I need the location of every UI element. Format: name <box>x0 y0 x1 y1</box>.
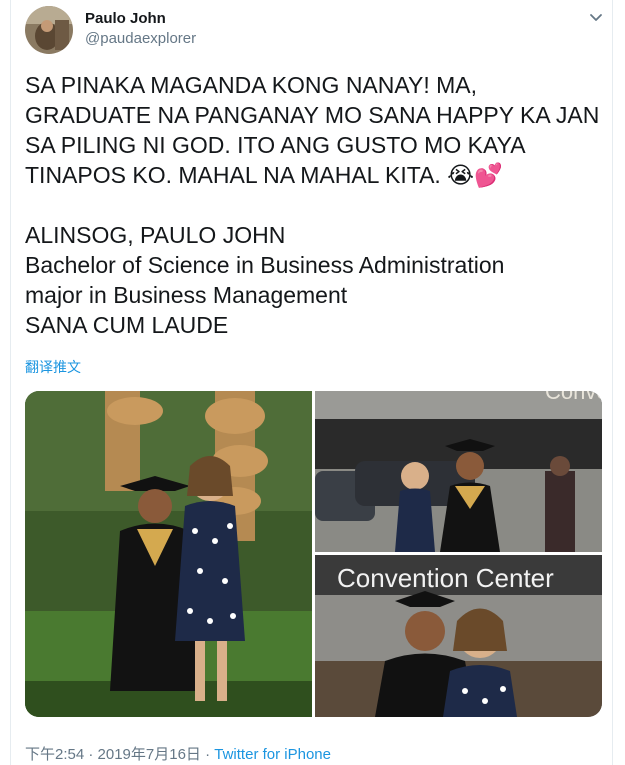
photo-graduation-garden[interactable] <box>25 391 312 717</box>
photo-convention-center[interactable]: Convention Center <box>315 555 602 717</box>
tweet-text: SA PINAKA MAGANDA KONG NANAY! MA, GRADUA… <box>25 70 605 340</box>
graduate-name: ALINSOG, PAULO JOHN <box>25 222 286 248</box>
convention-center-sign: Convention Center <box>337 563 554 593</box>
source-link[interactable]: Twitter for iPhone <box>214 746 331 763</box>
author-name[interactable]: Paulo John <box>85 10 166 27</box>
honor-line: SANA CUM LAUDE <box>25 312 229 338</box>
degree-line: Bachelor of Science in Business Administ… <box>25 252 505 278</box>
photo-venue-parking[interactable]: Convention <box>315 391 602 552</box>
chevron-down-icon[interactable] <box>587 8 605 26</box>
translate-tweet-link[interactable]: 翻译推文 <box>25 357 81 377</box>
avatar[interactable] <box>25 6 73 54</box>
major-line: major in Business Management <box>25 282 348 308</box>
author-handle[interactable]: @paudaexplorer <box>85 30 196 47</box>
sign-text-partial: Convention <box>545 391 602 404</box>
timestamp[interactable]: 下午2:54 · 2019年7月16日 · <box>25 746 214 763</box>
tweet-paragraph: SA PINAKA MAGANDA KONG NANAY! MA, GRADUA… <box>25 72 606 188</box>
tweet-meta: 下午2:54 · 2019年7月16日 · Twitter for iPhone <box>25 743 331 764</box>
media-grid: Convention Convention Cent <box>25 391 602 717</box>
tweet-card: Paulo John @paudaexplorer SA PINAKA MAGA… <box>10 0 613 765</box>
